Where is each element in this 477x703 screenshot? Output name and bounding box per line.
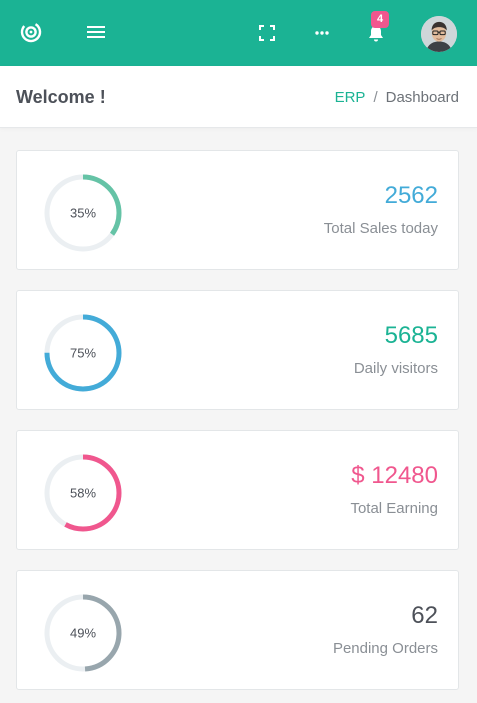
stat-value: 2562: [384, 182, 438, 209]
stat-label: Pending Orders: [332, 640, 438, 657]
progress-ring: 49%: [44, 594, 122, 672]
progress-percent-label: 35%: [70, 206, 96, 221]
breadcrumb-current: Dashboard: [385, 89, 459, 106]
stat-label: Total Sales today: [323, 220, 438, 237]
breadcrumb: ERP / Dashboard: [335, 89, 459, 106]
page-title: Welcome !: [16, 87, 106, 107]
progress-ring: 75%: [44, 314, 122, 392]
progress-percent-label: 58%: [70, 486, 96, 501]
stat-card-total-sales: 35% 2562 Total Sales today: [16, 150, 459, 270]
stat-card-pending-orders: 49% 62 Pending Orders: [16, 570, 459, 690]
stat-card-total-earning: 58% $ 12480 Total Earning: [16, 430, 459, 550]
logo-icon[interactable]: [16, 17, 46, 47]
notification-badge: 4: [371, 11, 389, 28]
progress-ring: 35%: [44, 174, 122, 252]
progress-percent-label: 49%: [70, 626, 96, 641]
top-navbar: 4: [0, 0, 477, 66]
stat-value: 62: [411, 602, 438, 629]
fullscreen-icon[interactable]: [254, 20, 280, 46]
stat-value: 5685: [384, 322, 438, 349]
stat-value: $ 12480: [351, 462, 438, 489]
page-title-bar: Welcome ! ERP / Dashboard: [0, 66, 477, 128]
more-dots-icon[interactable]: [309, 20, 335, 46]
stat-label: Daily visitors: [353, 360, 438, 377]
stat-label: Total Earning: [350, 500, 438, 517]
progress-ring: 58%: [44, 454, 122, 532]
breadcrumb-link-erp[interactable]: ERP: [335, 89, 366, 106]
user-avatar[interactable]: [421, 16, 457, 52]
breadcrumb-separator: /: [373, 89, 378, 106]
hamburger-menu-icon[interactable]: [82, 19, 110, 45]
progress-percent-label: 75%: [70, 346, 96, 361]
stat-card-daily-visitors: 75% 5685 Daily visitors: [16, 290, 459, 410]
